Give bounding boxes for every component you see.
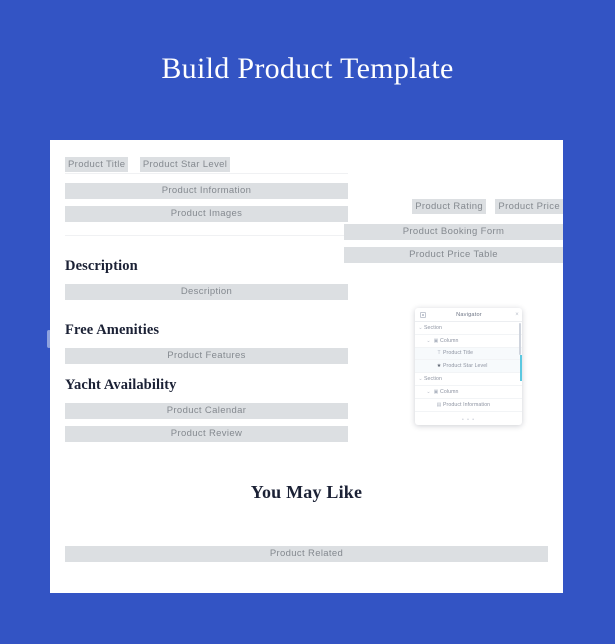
nav-row-product-title[interactable]: T Product Title bbox=[415, 347, 522, 361]
chevron-down-icon[interactable]: ⌄ bbox=[425, 389, 432, 395]
left-column-tag-row: Product Title Product Star Level bbox=[65, 140, 348, 173]
widget-product-price-table[interactable]: Product Price Table bbox=[344, 247, 563, 263]
nav-row-label: Column bbox=[440, 337, 459, 344]
widget-product-booking-form-wrap: Product Booking Form bbox=[344, 215, 563, 240]
widget-product-features-wrap: Product Features bbox=[65, 339, 348, 364]
widget-product-images-wrap: Product Images bbox=[65, 199, 348, 222]
widget-product-calendar[interactable]: Product Calendar bbox=[65, 403, 348, 419]
chevron-down-icon[interactable]: ⌄ bbox=[417, 325, 424, 331]
widget-description[interactable]: Description bbox=[65, 284, 348, 300]
chevron-down-icon[interactable]: ⌄ bbox=[425, 338, 432, 344]
left-column: Product Title Product Star Level Product… bbox=[65, 140, 348, 442]
section-heading-free-amenities: Free Amenities bbox=[65, 322, 160, 338]
widget-product-review-wrap: Product Review bbox=[65, 419, 348, 442]
resize-handle-icon[interactable]: • • • bbox=[415, 417, 522, 423]
widget-tag-product-star-level[interactable]: Product Star Level bbox=[139, 157, 231, 172]
nav-row-section-1[interactable]: ⌄ Section bbox=[415, 322, 522, 335]
widget-product-related-wrap: Product Related bbox=[50, 546, 563, 562]
nav-row-column-1[interactable]: ⌄ ▣ Column bbox=[415, 335, 522, 348]
navigator-title: Navigator bbox=[456, 311, 482, 318]
nav-row-product-star-level[interactable]: ★ Product Star Level bbox=[415, 360, 522, 374]
navigator-header[interactable]: Navigator × bbox=[415, 308, 522, 322]
chevron-down-icon[interactable]: ⌄ bbox=[417, 376, 424, 382]
navigator-scrollbar[interactable] bbox=[519, 323, 521, 355]
widget-product-booking-form[interactable]: Product Booking Form bbox=[344, 224, 563, 240]
widget-product-related[interactable]: Product Related bbox=[65, 546, 548, 562]
column-icon: ▣ bbox=[433, 337, 439, 344]
section-heading-you-may-like: You May Like bbox=[250, 482, 363, 502]
section-heading-description: Description bbox=[65, 258, 138, 274]
panel-icon[interactable] bbox=[420, 311, 426, 318]
nav-row-label: Column bbox=[440, 388, 459, 395]
widget-product-price-table-wrap: Product Price Table bbox=[344, 240, 563, 263]
bottom-band: You May Like Product Related bbox=[50, 482, 563, 562]
nav-row-column-2[interactable]: ⌄ ▣ Column bbox=[415, 386, 522, 399]
navigator-selection-indicator bbox=[520, 355, 522, 381]
navigator-tree: ⌄ Section ⌄ ▣ Column T Product Title ★ P… bbox=[415, 322, 522, 412]
text-icon: T bbox=[437, 350, 441, 357]
nav-row-label: Product Title bbox=[443, 350, 474, 357]
widget-tag-product-rating[interactable]: Product Rating bbox=[412, 199, 486, 214]
star-icon: ★ bbox=[436, 363, 442, 370]
section-heading-yacht-availability: Yacht Availability bbox=[65, 377, 177, 393]
close-icon[interactable]: × bbox=[512, 312, 522, 318]
nav-row-label: Product Star Level bbox=[443, 363, 488, 370]
widget-product-information-wrap: Product Information bbox=[65, 174, 348, 199]
widget-product-images[interactable]: Product Images bbox=[65, 206, 348, 222]
widget-tag-product-title[interactable]: Product Title bbox=[65, 157, 129, 172]
widget-product-information[interactable]: Product Information bbox=[65, 183, 348, 199]
page-title: Build Product Template bbox=[161, 52, 454, 85]
navigator-panel[interactable]: Navigator × ⌄ Section ⌄ ▣ Column T Produ… bbox=[415, 308, 522, 425]
nav-row-label: Section bbox=[424, 324, 443, 331]
column-icon: ▣ bbox=[433, 388, 439, 395]
nav-row-product-information[interactable]: ▤ Product Information bbox=[415, 399, 522, 412]
app-root: Build Product Template Product Title Pro… bbox=[0, 0, 615, 644]
widget-product-features[interactable]: Product Features bbox=[65, 348, 348, 364]
widget-product-calendar-wrap: Product Calendar bbox=[65, 394, 348, 419]
right-column-tag-row: Product Rating Product Price bbox=[344, 140, 563, 215]
right-column: Product Rating Product Price Product Boo… bbox=[344, 140, 563, 263]
widget-product-review[interactable]: Product Review bbox=[65, 426, 348, 442]
widget-icon: ▤ bbox=[436, 401, 442, 408]
nav-row-label: Product Information bbox=[443, 401, 491, 408]
widget-description-wrap: Description bbox=[65, 275, 348, 300]
nav-row-section-2[interactable]: ⌄ Section bbox=[415, 373, 522, 386]
widget-tag-product-price[interactable]: Product Price bbox=[495, 199, 563, 214]
nav-row-label: Section bbox=[424, 376, 443, 383]
